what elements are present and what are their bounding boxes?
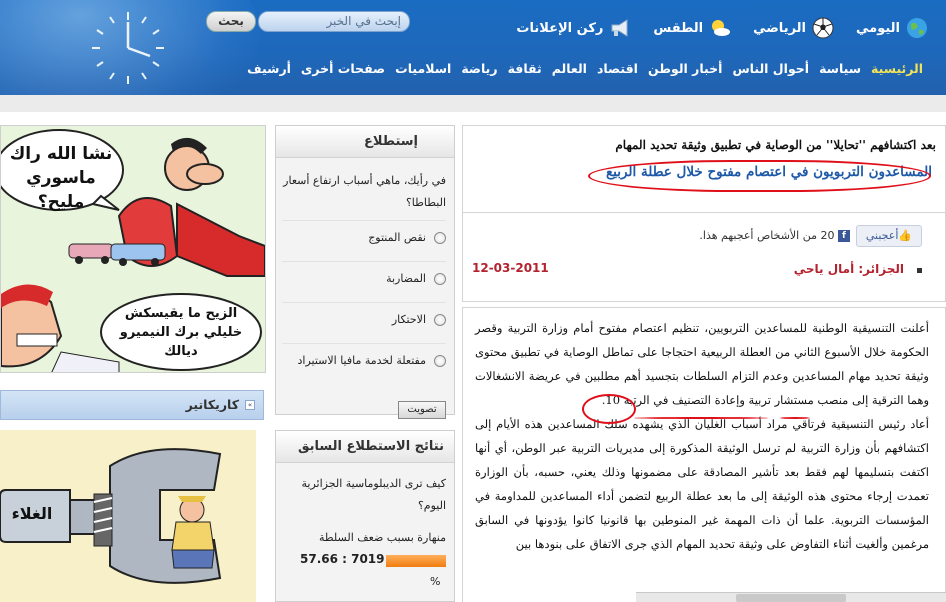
facebook-like-button[interactable]: 👍أعجبني	[856, 225, 922, 247]
results-title-bar: نتائج الاستطلاع السابق	[276, 431, 454, 463]
nav-item-archive[interactable]: أرشيف	[242, 61, 296, 76]
annotation-underline-promotion	[780, 417, 810, 419]
results-percent-symbol: %	[430, 575, 441, 588]
article-author: الجزائر: أمال ياحي	[793, 262, 904, 276]
article-column: بعد اكتشافهم ''تحايلا'' من الوصاية في تط…	[462, 112, 946, 602]
article-paragraph-1: أعلنت التنسيقية الوطنية للمساعدين التربو…	[475, 321, 929, 407]
facebook-icon: f	[838, 230, 850, 242]
like-count-label: 20 من الأشخاص أعجبهم هذا.	[699, 229, 835, 242]
poll-box: إستطلاع في رأيك، ماهي أسباب ارتفاع أسعار…	[275, 125, 455, 419]
poll-option-3[interactable]: الاحتكار	[282, 302, 446, 336]
cartoon-image-top: نشا الله راك ماسوري مليح؟ الزيح ما يقيسك…	[0, 125, 266, 373]
nav-item-islamic[interactable]: اسلاميات	[390, 61, 456, 76]
radio-button[interactable]	[434, 272, 446, 285]
poll-option-4[interactable]: مفتعلة لخدمة مافيا الاستيراد	[282, 343, 446, 377]
globe-icon	[907, 18, 927, 38]
scrollbar-thumb[interactable]	[736, 594, 846, 602]
results-question: كيف ترى الديبلوماسية الجزائرية اليوم؟	[301, 477, 446, 512]
poll-option-label: مفتعلة لخدمة مافيا الاستيراد	[297, 354, 426, 367]
article-body-box: أعلنت التنسيقية الوطنية للمساعدين التربو…	[462, 307, 946, 602]
cartoon-image-bottom: الغلاء	[0, 430, 256, 602]
annotation-underline-reclass	[634, 417, 768, 419]
header-shadow-band	[0, 95, 946, 112]
poll-title: إستطلاع	[364, 134, 418, 149]
thumbs-up-icon: 👍	[898, 229, 913, 242]
top-link-weather-label: الطقس	[653, 20, 704, 36]
article-paragraph-2: أعاد رئيس التنسيقية فرتاقي مراد أسباب ال…	[475, 417, 929, 551]
results-title: نتائج الاستطلاع السابق	[297, 439, 444, 454]
soccer-ball-icon	[812, 17, 834, 39]
results-bar	[386, 555, 446, 567]
cartoon-label-prices: الغلاء	[11, 504, 53, 523]
nav-item-people[interactable]: أحوال الناس	[727, 61, 814, 76]
megaphone-icon	[611, 19, 628, 37]
top-link-daily-label: اليومي	[856, 20, 900, 36]
cartoon-bubble-1: نشا الله راك ماسوري مليح؟	[9, 144, 113, 212]
poll-results-box: نتائج الاستطلاع السابق كيف ترى الديبلوما…	[275, 430, 455, 602]
nav-item-sport[interactable]: رياضة	[456, 61, 502, 76]
poll-column: إستطلاع في رأيك، ماهي أسباب ارتفاع أسعار…	[275, 112, 455, 602]
poll-option-2[interactable]: المضاربة	[282, 261, 446, 295]
annotation-circle-rank	[582, 394, 636, 424]
top-link-weather[interactable]: الطقس	[653, 14, 731, 42]
nav-item-national[interactable]: أخبار الوطن	[643, 61, 727, 76]
top-link-sports[interactable]: الرياضي	[753, 14, 834, 42]
caricature-section-header[interactable]: « كاريكاتير	[0, 390, 264, 420]
horizontal-scrollbar[interactable]	[636, 592, 946, 602]
vote-button[interactable]: تصويت	[398, 401, 446, 419]
sun-cloud-icon	[712, 20, 731, 36]
like-button-label: أعجبني	[865, 229, 899, 242]
nav-item-other-pages[interactable]: صفحات أخرى	[296, 61, 390, 76]
top-link-ads[interactable]: ركن الإعلانات	[516, 14, 631, 42]
poll-option-label: الاحتكار	[391, 313, 426, 326]
article-body: أعلنت التنسيقية الوطنية للمساعدين التربو…	[475, 316, 929, 556]
radio-button[interactable]	[434, 354, 446, 367]
main-nav: الرئيسية سياسة أحوال الناس أخبار الوطن ا…	[242, 61, 928, 76]
article-date: 12-03-2011	[472, 261, 549, 275]
nav-item-culture[interactable]: ثقافة	[503, 61, 547, 76]
poll-option-1[interactable]: نقص المنتوج	[282, 220, 446, 254]
clock-decoration-icon	[92, 12, 164, 84]
article-kicker: بعد اكتشافهم ''تحايلا'' من الوصاية في تط…	[615, 138, 936, 152]
poll-question: في رأيك، ماهي أسباب ارتفاع أسعار البطاطا…	[283, 174, 446, 209]
top-link-daily[interactable]: اليومي	[856, 14, 928, 42]
search-button[interactable]: بحث	[206, 11, 256, 32]
poll-title-bar: إستطلاع	[276, 126, 454, 158]
results-answer-label: منهارة بسبب ضعف السلطة	[318, 531, 446, 544]
nav-item-world[interactable]: العالم	[547, 61, 592, 76]
search-input[interactable]: إبحث في الخبر	[258, 11, 410, 32]
annotation-circle-headline	[588, 160, 931, 192]
search-bar: بحث إبحث في الخبر	[206, 11, 410, 33]
nav-item-politics[interactable]: سياسة	[814, 61, 866, 76]
top-link-ads-label: ركن الإعلانات	[516, 20, 604, 36]
nav-item-home[interactable]: الرئيسية	[866, 61, 928, 76]
poll-option-label: المضاربة	[386, 272, 426, 285]
top-links: اليومي الرياضي الطقس ركن الإعلانات	[516, 14, 928, 42]
nav-item-economy[interactable]: اقتصاد	[592, 61, 643, 76]
radio-button[interactable]	[434, 231, 446, 244]
author-bullet	[917, 268, 922, 273]
caricature-section-title: كاريكاتير	[185, 397, 239, 412]
results-answer-value: 57.66 : 7019	[300, 552, 385, 566]
site-header: بحث إبحث في الخبر اليومي الرياضي الطقس ر…	[0, 0, 946, 95]
top-link-sports-label: الرياضي	[753, 20, 806, 36]
poll-option-label: نقص المنتوج	[368, 231, 426, 244]
cartoon-bubble-2: الزيح ما يقيسكش خليلي برك النيميرو ديالك	[119, 306, 243, 359]
like-count-text: f 20 من الأشخاص أعجبهم هذا.	[699, 229, 850, 242]
expand-arrow-icon[interactable]: «	[245, 400, 255, 410]
radio-button[interactable]	[434, 313, 446, 326]
cartoon-column: نشا الله راك ماسوري مليح؟ الزيح ما يقيسك…	[0, 112, 268, 602]
